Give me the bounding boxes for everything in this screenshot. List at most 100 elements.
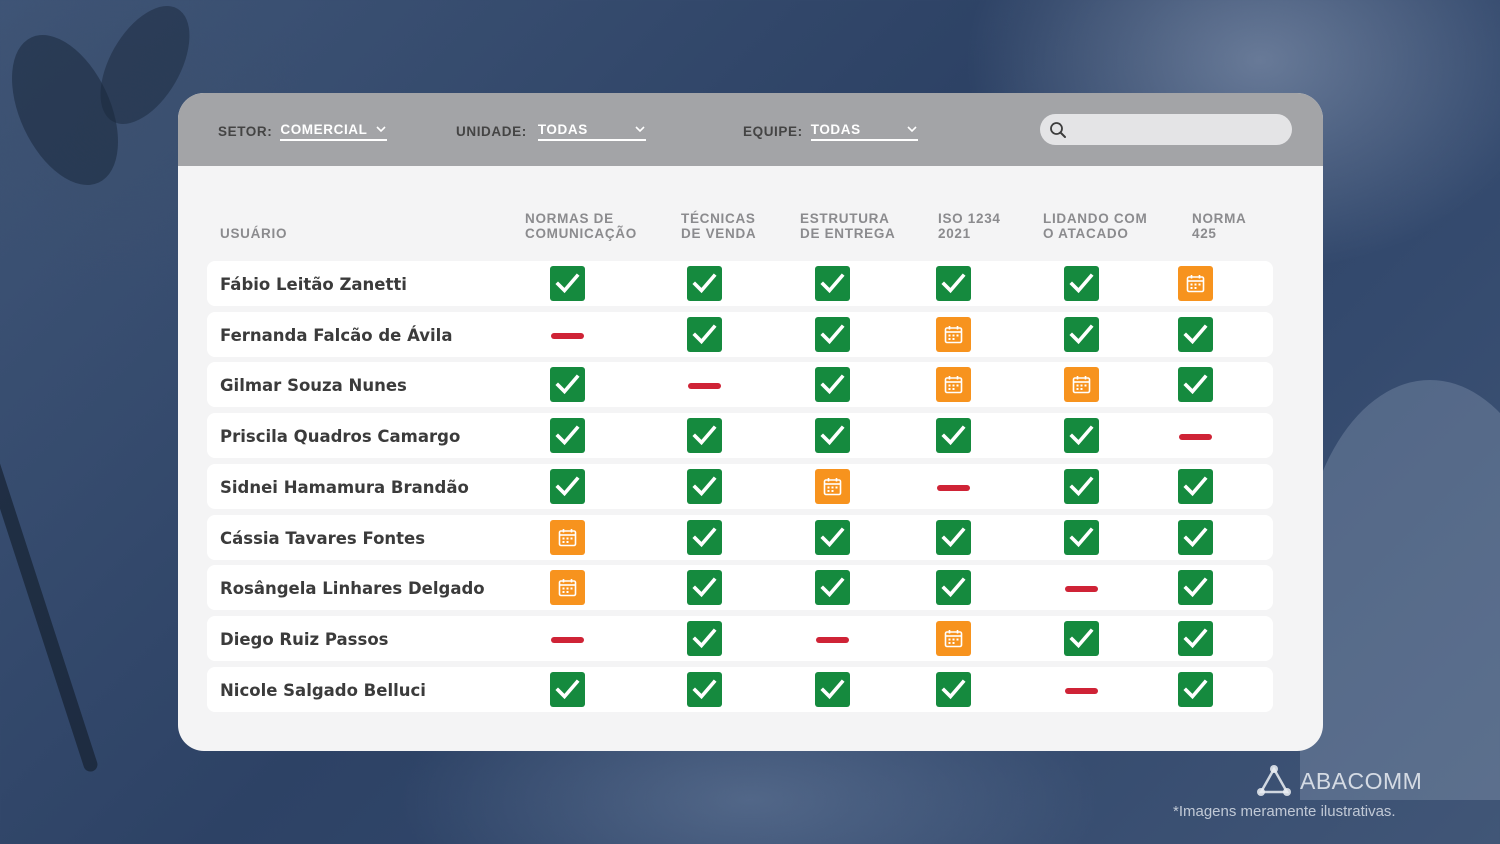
status-completed[interactable] — [815, 316, 850, 352]
user-name: Sidnei Hamamura Brandão — [220, 477, 469, 497]
table-row[interactable]: Priscila Quadros Camargo — [207, 413, 1273, 459]
red-dash — [816, 636, 849, 643]
status-scheduled[interactable] — [550, 570, 585, 606]
status-scheduled[interactable] — [550, 519, 585, 555]
status-completed[interactable] — [687, 671, 722, 707]
checkmark-icon — [820, 374, 845, 395]
status-completed[interactable] — [687, 620, 722, 656]
table-row[interactable]: Cássia Tavares Fontes — [207, 514, 1273, 560]
checkmark-icon — [1183, 679, 1208, 699]
setor-dropdown-value: COMERCIAL — [280, 122, 368, 137]
status-completed[interactable] — [815, 367, 850, 403]
status-not-done[interactable] — [815, 621, 850, 656]
status-not-done[interactable] — [936, 469, 971, 504]
calendar-icon — [944, 629, 963, 648]
status-completed[interactable] — [550, 671, 585, 707]
status-completed[interactable] — [815, 519, 850, 555]
status-completed[interactable] — [1178, 468, 1213, 504]
user-name: Cássia Tavares Fontes — [220, 528, 426, 548]
status-not-done[interactable] — [1064, 570, 1099, 605]
status-completed[interactable] — [936, 519, 971, 555]
chevron-down-icon — [635, 126, 645, 133]
table-row[interactable]: Diego Ruiz Passos — [207, 615, 1273, 661]
status-completed[interactable] — [687, 468, 722, 504]
status-completed[interactable] — [550, 418, 585, 454]
table-row[interactable]: Fernanda Falcão de Ávila — [207, 311, 1273, 357]
status-completed[interactable] — [815, 266, 850, 301]
checkmark-icon — [820, 577, 845, 598]
status-completed[interactable] — [1064, 316, 1099, 352]
status-completed[interactable] — [815, 671, 850, 707]
status-not-done[interactable] — [550, 317, 585, 352]
checkmark-icon — [941, 273, 966, 294]
status-completed[interactable] — [1064, 418, 1099, 454]
user-name: Rosângela Linhares Delgado — [220, 579, 485, 599]
status-completed[interactable] — [1064, 468, 1099, 504]
table-row[interactable]: Nicole Salgado Belluci — [207, 666, 1273, 712]
table-row[interactable]: Rosângela Linhares Delgado — [207, 565, 1273, 611]
status-completed[interactable] — [936, 266, 971, 301]
status-completed[interactable] — [687, 570, 722, 606]
status-completed[interactable] — [550, 468, 585, 504]
status-scheduled[interactable] — [936, 620, 971, 656]
status-scheduled[interactable] — [936, 316, 971, 352]
status-completed[interactable] — [1178, 570, 1213, 606]
status-not-done[interactable] — [1064, 672, 1099, 707]
status-completed[interactable] — [687, 418, 722, 454]
status-scheduled[interactable] — [936, 367, 971, 403]
unidade-dropdown[interactable]: TODAS — [537, 121, 646, 141]
checkmark-icon — [692, 324, 717, 344]
table-row[interactable]: Sidnei Hamamura Brandão — [207, 463, 1273, 509]
status-completed[interactable] — [815, 570, 850, 606]
disclaimer-text: *Imagens meramente ilustrativas. — [1173, 803, 1396, 820]
checkmark-icon — [941, 679, 966, 699]
user-name: Priscila Quadros Camargo — [220, 427, 461, 447]
status-completed[interactable] — [1178, 620, 1213, 656]
status-completed[interactable] — [1178, 519, 1213, 555]
table-row[interactable]: Fábio Leitão Zanetti — [207, 261, 1273, 306]
status-completed[interactable] — [1178, 316, 1213, 352]
checkmark-icon — [1069, 273, 1094, 294]
status-completed[interactable] — [550, 266, 585, 301]
checkmark-icon — [555, 273, 580, 294]
status-not-done[interactable] — [1178, 418, 1213, 453]
column-header-iso-1234: ISO 1234 2021 — [938, 211, 1001, 241]
status-completed[interactable] — [687, 316, 722, 352]
equipe-dropdown[interactable]: TODAS — [810, 121, 918, 141]
status-completed[interactable] — [1064, 266, 1099, 301]
checkmark-icon — [1183, 324, 1208, 344]
status-completed[interactable] — [936, 418, 971, 454]
status-completed[interactable] — [936, 671, 971, 707]
calendar-icon — [558, 528, 577, 546]
red-dash — [688, 383, 721, 390]
table-row[interactable]: Gilmar Souza Nunes — [207, 362, 1273, 408]
status-scheduled[interactable] — [1178, 266, 1213, 301]
abacomm-logo-icon — [1257, 765, 1291, 796]
checkmark-icon — [1183, 374, 1208, 395]
status-completed[interactable] — [1178, 367, 1213, 403]
status-scheduled[interactable] — [815, 468, 850, 504]
red-dash — [1065, 687, 1098, 694]
status-not-done[interactable] — [687, 367, 722, 402]
status-completed[interactable] — [1178, 671, 1213, 707]
column-header-tecnicas-venda: TÉCNICAS DE VENDA — [681, 211, 757, 241]
user-name: Fábio Leitão Zanetti — [220, 275, 407, 294]
checkmark-icon — [1069, 628, 1094, 649]
status-not-done[interactable] — [550, 621, 585, 656]
status-completed[interactable] — [687, 266, 722, 301]
search-input[interactable] — [1040, 114, 1292, 145]
status-scheduled[interactable] — [1064, 367, 1099, 403]
status-completed[interactable] — [550, 367, 585, 403]
brand-logo: ABACOMM — [1256, 764, 1422, 798]
setor-dropdown[interactable]: COMERCIAL — [280, 121, 388, 141]
status-completed[interactable] — [1064, 519, 1099, 555]
column-header-normas-comunicacao: NORMAS DE COMUNICAÇÃO — [525, 211, 637, 241]
status-completed[interactable] — [815, 418, 850, 454]
checkmark-icon — [555, 476, 580, 496]
checkmark-icon — [1069, 526, 1094, 547]
status-completed[interactable] — [1064, 620, 1099, 656]
filter-unidade: UNIDADE: TODAS — [456, 121, 646, 141]
status-completed[interactable] — [936, 570, 971, 606]
status-completed[interactable] — [687, 519, 722, 555]
red-dash — [551, 332, 584, 339]
